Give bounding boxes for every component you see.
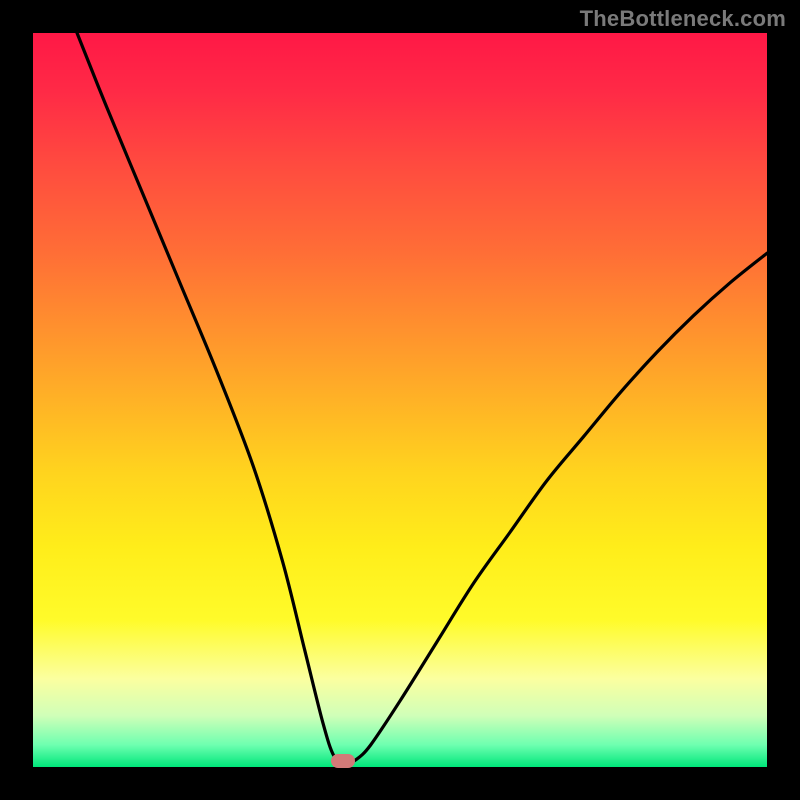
optimal-point-marker: [331, 754, 355, 768]
curve-svg: [33, 33, 767, 767]
watermark-text: TheBottleneck.com: [580, 6, 786, 32]
chart-frame: TheBottleneck.com: [0, 0, 800, 800]
bottleneck-curve: [77, 33, 767, 763]
plot-area: [33, 33, 767, 767]
